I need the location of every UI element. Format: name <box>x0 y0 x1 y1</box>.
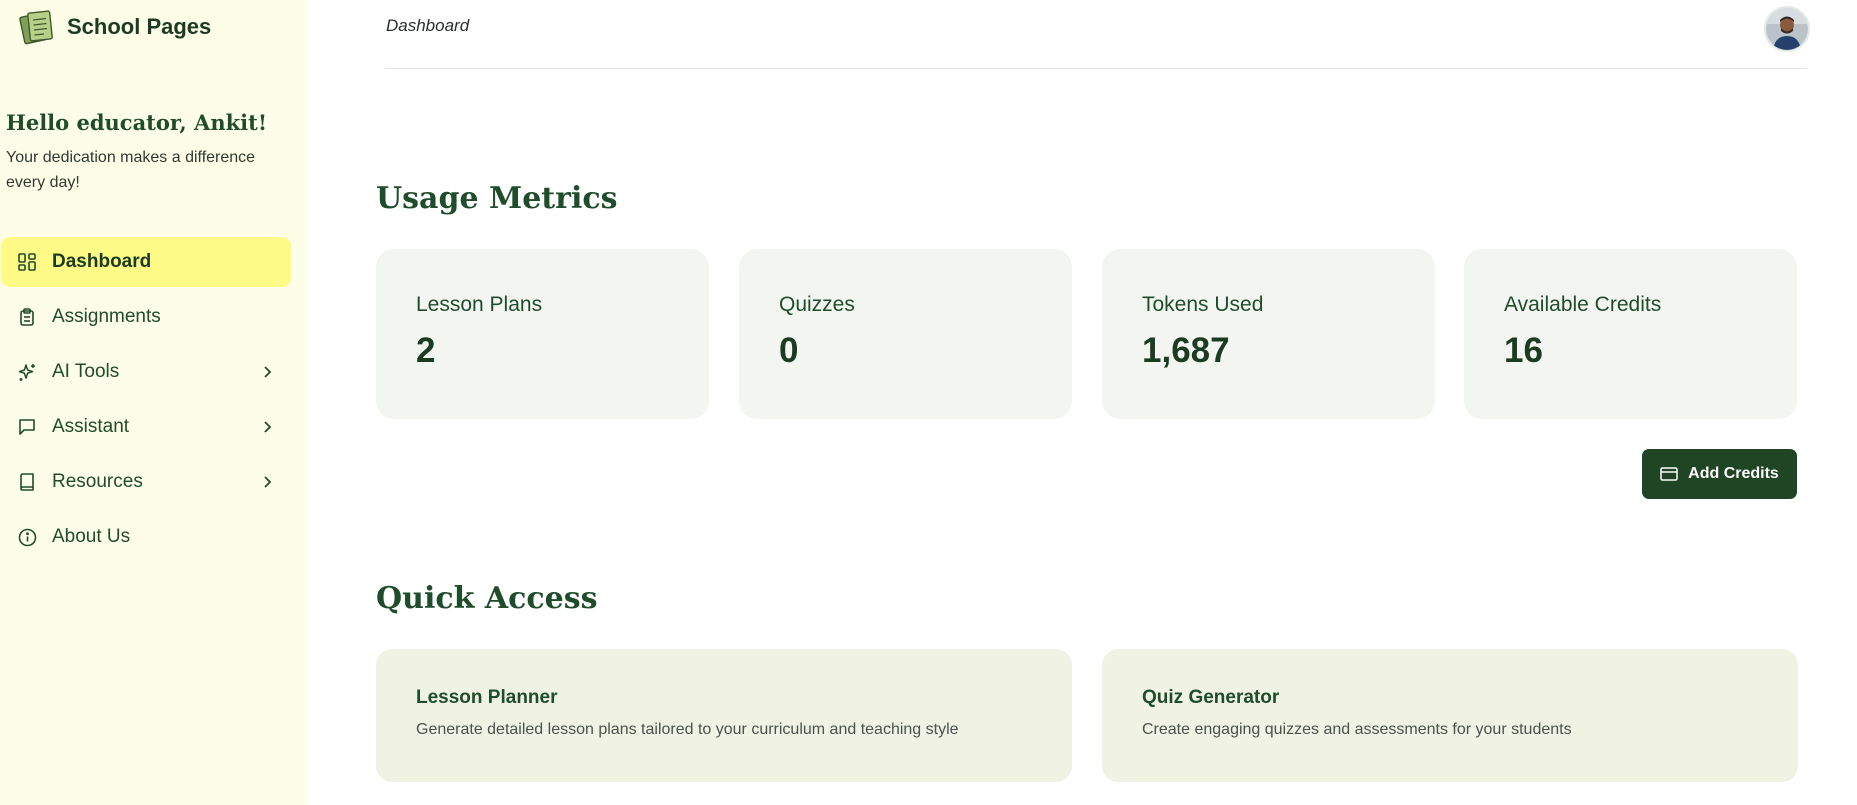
card-description: Create engaging quizzes and assessments … <box>1142 721 1572 738</box>
metric-label: Quizzes <box>779 293 855 316</box>
dashboard-icon <box>17 252 37 272</box>
card-title: Quiz Generator <box>1142 687 1280 708</box>
metric-value: 0 <box>779 331 799 370</box>
brand-name: School Pages <box>67 14 212 39</box>
sparkle-icon <box>17 362 37 382</box>
sidebar-item-label: About Us <box>52 526 131 547</box>
chevron-right-icon <box>264 421 272 433</box>
chat-icon <box>17 417 37 437</box>
metric-label: Lesson Plans <box>416 293 543 316</box>
sidebar-item-label: Dashboard <box>52 251 152 272</box>
sidebar-nav: Dashboard Assignments AI Tools Assistant… <box>1 237 291 567</box>
chevron-right-icon <box>264 366 272 378</box>
quick-access-card-lesson-planner[interactable]: Lesson Planner Generate detailed lesson … <box>376 649 1072 782</box>
sidebar-item-label: AI Tools <box>52 361 120 382</box>
greeting: Hello educator, Ankit! Your dedication m… <box>6 110 296 195</box>
card-description: Generate detailed lesson plans tailored … <box>416 721 959 738</box>
add-credits-label: Add Credits <box>1688 465 1779 482</box>
top-bar: Dashboard <box>385 0 1810 69</box>
metric-card-lesson-plans: Lesson Plans 2 <box>376 249 709 419</box>
metric-value: 16 <box>1504 331 1543 370</box>
credit-card-icon <box>1660 467 1678 481</box>
notebook-icon <box>19 10 53 45</box>
brand[interactable]: School Pages <box>18 8 211 46</box>
add-credits-button[interactable]: Add Credits <box>1642 449 1797 499</box>
user-avatar[interactable] <box>1764 6 1810 52</box>
clipboard-icon <box>17 307 37 327</box>
metric-label: Available Credits <box>1504 293 1662 316</box>
usage-metrics-title: Usage Metrics <box>376 181 618 216</box>
card-title: Lesson Planner <box>416 687 558 708</box>
metric-card-tokens-used: Tokens Used 1,687 <box>1102 249 1435 419</box>
sidebar-item-assignments[interactable]: Assignments <box>1 292 291 342</box>
sidebar-item-label: Resources <box>52 471 143 492</box>
sidebar-item-resources[interactable]: Resources <box>1 457 291 507</box>
metric-card-available-credits: Available Credits 16 <box>1464 249 1797 419</box>
sidebar-item-about-us[interactable]: About Us <box>1 512 291 562</box>
sidebar-item-label: Assistant <box>52 416 130 437</box>
greeting-title: Hello educator, Ankit! <box>6 110 268 135</box>
metric-card-quizzes: Quizzes 0 <box>739 249 1072 419</box>
greeting-subtitle: Your dedication makes a difference every… <box>6 149 256 191</box>
sidebar: School Pages Hello educator, Ankit! Your… <box>0 0 307 805</box>
breadcrumb[interactable]: Dashboard <box>386 16 469 36</box>
metric-label: Tokens Used <box>1142 293 1264 316</box>
chevron-right-icon <box>264 476 272 488</box>
info-icon <box>17 527 37 547</box>
sidebar-item-assistant[interactable]: Assistant <box>1 402 291 452</box>
metric-value: 1,687 <box>1142 331 1230 370</box>
sidebar-item-ai-tools[interactable]: AI Tools <box>1 347 291 397</box>
sidebar-item-label: Assignments <box>52 306 161 327</box>
sidebar-item-dashboard[interactable]: Dashboard <box>1 237 291 287</box>
quick-access-card-quiz-generator[interactable]: Quiz Generator Create engaging quizzes a… <box>1102 649 1798 782</box>
book-icon <box>17 472 37 492</box>
metric-value: 2 <box>416 331 436 370</box>
quick-access-title: Quick Access <box>376 581 598 616</box>
